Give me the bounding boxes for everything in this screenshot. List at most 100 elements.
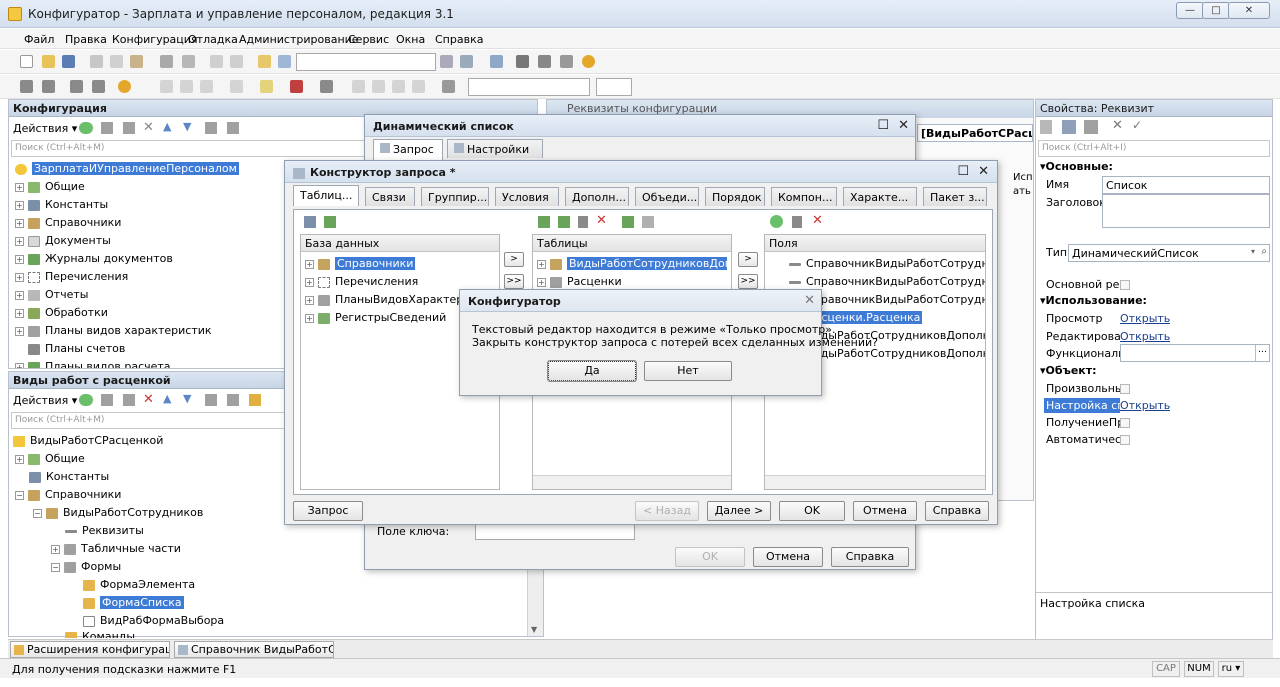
field-item-1[interactable]: СправочникВидыРаботСотрудников.Ссылка	[789, 257, 985, 270]
table-item-additional[interactable]: +ВидыРаботСотрудниковДополнительныеРекви…	[537, 257, 727, 270]
tab-union[interactable]: Объеди...	[635, 187, 699, 206]
tab-conditions[interactable]: Условия	[495, 187, 559, 206]
new-icon[interactable]	[20, 55, 33, 68]
tools-icon[interactable]	[516, 55, 529, 68]
properties-search-input[interactable]: Поиск (Ctrl+Alt+I)	[1038, 140, 1270, 157]
object-tree-list-form[interactable]: ФормаСписка	[83, 596, 184, 609]
menu-edit[interactable]: Правка	[65, 33, 107, 46]
object-tree-common[interactable]: + Общие	[15, 452, 85, 465]
db-item-catalogs[interactable]: + Справочники	[305, 257, 416, 270]
form-icon[interactable]	[42, 80, 55, 93]
run-icon[interactable]	[118, 80, 131, 93]
list-settings-label[interactable]: Настройка спи	[1044, 398, 1120, 413]
merge-icon[interactable]	[442, 80, 455, 93]
tab-characteristics[interactable]: Характе...	[843, 187, 917, 206]
back-button[interactable]: < Назад	[635, 501, 699, 521]
cut-icon[interactable]	[90, 55, 103, 68]
object-tree-work-types[interactable]: − ВидыРаботСотрудников	[33, 506, 203, 519]
redo-icon[interactable]	[230, 55, 243, 68]
add-all-fields-button[interactable]: >>	[738, 274, 758, 289]
size-combo[interactable]	[596, 78, 632, 96]
table-item-rates[interactable]: + Расценки	[537, 275, 622, 288]
search-combo[interactable]	[296, 53, 436, 71]
close-button[interactable]: ✕	[1228, 2, 1270, 19]
move-down-icon[interactable]: ▼	[183, 120, 191, 133]
copy-item-icon[interactable]	[123, 122, 135, 134]
delete-icon[interactable]: ✕	[143, 120, 154, 135]
filter-clear-icon[interactable]	[249, 394, 261, 406]
font-combo[interactable]	[468, 78, 590, 96]
align-left-icon[interactable]	[352, 80, 365, 93]
tree-root[interactable]: ЗарплатаИУправлениеПерсоналом	[15, 162, 239, 175]
categories-icon[interactable]	[1062, 120, 1076, 134]
menu-admin[interactable]: Администрирование	[239, 33, 359, 46]
menu-file[interactable]: Файл	[24, 33, 54, 46]
filter-icon-2[interactable]	[227, 394, 239, 406]
move-down-icon-2[interactable]: ▼	[183, 392, 191, 405]
justify-icon[interactable]	[412, 80, 425, 93]
bold-icon[interactable]	[160, 80, 173, 93]
add-field-button[interactable]: >	[738, 252, 758, 267]
sort-alpha-icon[interactable]	[1040, 120, 1052, 134]
syntax-icon[interactable]	[560, 55, 573, 68]
prop-clear-icon[interactable]: ✕	[1112, 118, 1123, 133]
menu-service[interactable]: Сервис	[348, 33, 389, 46]
tab-additional[interactable]: Дополн...	[565, 187, 629, 206]
dyn-cancel-button[interactable]: Отмена	[753, 547, 823, 567]
confirm-close-icon[interactable]: ✕	[804, 293, 815, 308]
add-table-button[interactable]: >	[504, 252, 524, 267]
add-icon[interactable]	[79, 122, 93, 134]
query-builder-maximize-icon[interactable]: ☐	[957, 164, 969, 179]
maximize-button[interactable]: □	[1202, 2, 1230, 19]
tab-batch[interactable]: Пакет з...	[923, 187, 987, 206]
prop-check-icon[interactable]: ✓	[1132, 118, 1142, 132]
find-next-icon[interactable]	[460, 55, 473, 68]
search-icon[interactable]	[278, 55, 291, 68]
add-all-tables-button[interactable]: >>	[504, 274, 524, 289]
tab-query[interactable]: Запрос	[373, 139, 443, 160]
open-icon[interactable]	[42, 55, 55, 68]
query-cancel-button[interactable]: Отмена	[853, 501, 917, 521]
actions-menu[interactable]: Действия ▾	[13, 122, 77, 135]
move-up-icon-2[interactable]: ▲	[163, 392, 171, 405]
auto-checkbox[interactable]	[1120, 433, 1130, 446]
section-object[interactable]: ▾Объект:	[1040, 364, 1097, 377]
dynamic-list-maximize-icon[interactable]: ☐	[877, 118, 889, 133]
dyn-help-button[interactable]: Справка	[831, 547, 909, 567]
edit-icon[interactable]	[101, 122, 113, 134]
copy-item-icon-2[interactable]	[123, 394, 135, 406]
main-req-checkbox[interactable]	[1120, 278, 1130, 291]
window-icon[interactable]	[490, 55, 503, 68]
query-help-button[interactable]: Справка	[925, 501, 989, 521]
background-window-tab[interactable]: [ВидыРаботСРасценкой]	[917, 124, 1033, 142]
object-tree-commands[interactable]: Команды	[65, 630, 135, 638]
grid-icon[interactable]	[70, 80, 83, 93]
underline-icon[interactable]	[200, 80, 213, 93]
info-icon[interactable]	[582, 55, 595, 68]
dynamic-list-close-icon[interactable]: ✕	[898, 118, 909, 133]
move-up-icon[interactable]: ▲	[163, 120, 171, 133]
print-icon[interactable]	[160, 55, 173, 68]
object-tree-constants[interactable]: Константы	[29, 470, 109, 483]
align-right-icon[interactable]	[392, 80, 405, 93]
header-input[interactable]	[1102, 194, 1270, 228]
tab-composer[interactable]: Компон...	[771, 187, 837, 206]
query-button[interactable]: Запрос	[293, 501, 363, 521]
tree-item-common[interactable]: + Общие	[15, 180, 85, 193]
edit-icon-2[interactable]	[101, 394, 113, 406]
clear-icon[interactable]	[440, 55, 453, 68]
menu-windows[interactable]: Окна	[396, 33, 425, 46]
module-icon[interactable]	[20, 80, 33, 93]
query-builder-close-icon[interactable]: ✕	[978, 164, 989, 179]
no-button[interactable]: Нет	[644, 361, 732, 381]
menu-debug[interactable]: Отладка	[188, 33, 238, 46]
tree-item-journals[interactable]: + Журналы документов	[15, 252, 173, 265]
delete-icon-2[interactable]: ✕	[143, 392, 154, 407]
paste-icon[interactable]	[130, 55, 143, 68]
filter-icon[interactable]	[227, 122, 239, 134]
debug-icon[interactable]	[538, 55, 551, 68]
field-edit-icon[interactable]	[792, 216, 802, 228]
table-add-icon[interactable]	[538, 216, 550, 228]
tree-item-accounts[interactable]: Планы счетов	[15, 342, 125, 355]
border-icon[interactable]	[230, 80, 243, 93]
